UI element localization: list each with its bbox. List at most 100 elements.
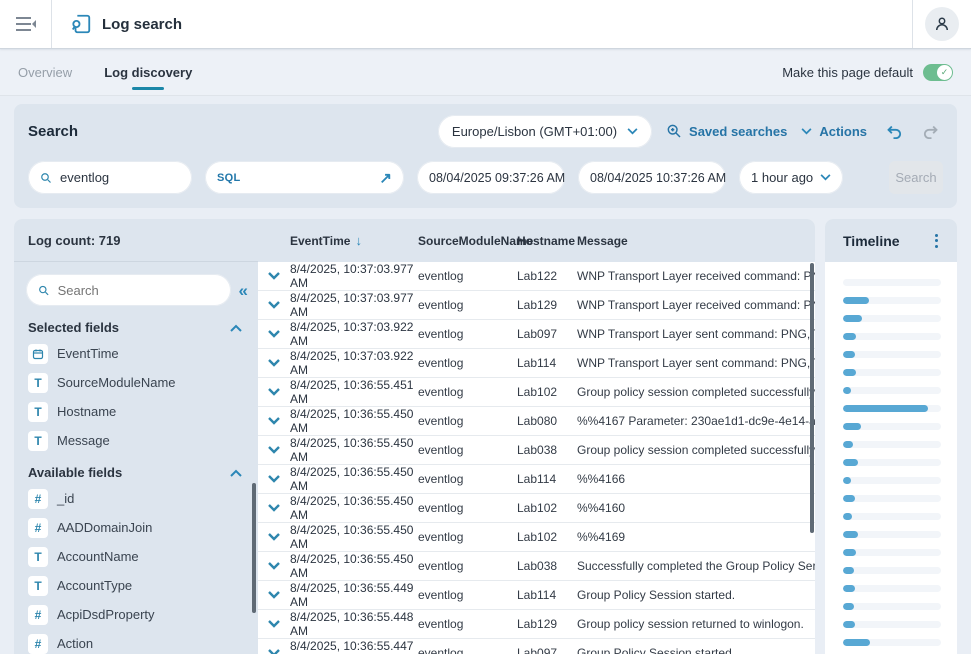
expand-row-button[interactable] [258,533,290,541]
fields-search-input[interactable] [58,283,219,298]
sort-desc-icon[interactable]: ↓ [355,233,362,248]
expand-row-button[interactable] [258,649,290,654]
chevron-down-icon [268,533,280,541]
timeline-bar-track [843,477,941,484]
user-avatar[interactable] [925,7,959,41]
expand-row-button[interactable] [258,330,290,338]
expand-row-button[interactable] [258,301,290,309]
tab-log-discovery-label: Log discovery [104,65,192,80]
table-row[interactable]: 8/4/2025, 10:36:55.450 AM eventlog Lab10… [258,494,815,523]
field-item[interactable]: T AccountType [14,571,258,600]
undo-button[interactable] [881,119,905,143]
tab-overview-label: Overview [18,65,72,80]
redo-button[interactable] [919,119,943,143]
field-item[interactable]: # AADDomainJoin [14,513,258,542]
table-row[interactable]: 8/4/2025, 10:36:55.450 AM eventlog Lab03… [258,436,815,465]
redo-icon [923,124,940,139]
search-button[interactable]: Search [889,161,943,194]
table-row[interactable]: 8/4/2025, 10:37:03.977 AM eventlog Lab12… [258,262,815,291]
timeline-menu-icon[interactable] [932,231,941,251]
timeline-bar-track [843,639,941,646]
expand-row-button[interactable] [258,504,290,512]
field-item[interactable]: # _id [14,484,258,513]
table-row[interactable]: 8/4/2025, 10:36:55.451 AM eventlog Lab10… [258,378,815,407]
timeline-bar [843,621,855,628]
table-row[interactable]: 8/4/2025, 10:36:55.450 AM eventlog Lab03… [258,552,815,581]
date-from-field[interactable]: 08/04/2025 09:37:26 AM [417,161,565,194]
table-row[interactable]: 8/4/2025, 10:36:55.450 AM eventlog Lab10… [258,523,815,552]
saved-search-icon [666,123,682,139]
table-row[interactable]: 8/4/2025, 10:37:03.922 AM eventlog Lab11… [258,349,815,378]
timeline-bar-track [843,405,941,412]
selected-fields-list: EventTime T SourceModuleName T Hostname … [14,339,258,455]
field-label: EventTime [57,346,119,361]
timeline-bar-row [843,327,941,345]
chevron-down-icon [627,128,638,135]
expand-sql-icon[interactable]: ↗ [379,169,392,187]
collapse-sidebar-button[interactable] [0,0,52,48]
table-row[interactable]: 8/4/2025, 10:36:55.447 AM eventlog Lab09… [258,639,815,654]
field-type-icon: T [28,431,48,451]
field-item[interactable]: T Hostname [14,397,258,426]
expand-row-button[interactable] [258,446,290,454]
timeline-bar-row [843,399,941,417]
table-row[interactable]: 8/4/2025, 10:37:03.977 AM eventlog Lab12… [258,291,815,320]
table-row[interactable]: 8/4/2025, 10:36:55.449 AM eventlog Lab11… [258,581,815,610]
make-default-label: Make this page default [782,65,913,80]
log-search-app: Log search Overview Log discovery Make t… [0,0,971,654]
actions-button[interactable]: Actions [801,124,867,139]
timeline-bar [843,333,856,340]
query-input[interactable] [60,170,180,185]
field-item[interactable]: T AccountName [14,542,258,571]
sidebar-scrollbar[interactable] [252,483,256,613]
timeline-bar-track [843,441,941,448]
field-item[interactable]: # AcpiDsdProperty [14,600,258,629]
expand-row-button[interactable] [258,591,290,599]
chevron-down-icon [820,174,831,181]
field-item[interactable]: T SourceModuleName [14,368,258,397]
top-bar: Log search [0,0,971,49]
timezone-select[interactable]: Europe/Lisbon (GMT+01:00) [438,115,652,148]
cell-hostname: Lab122 [517,269,577,283]
expand-row-button[interactable] [258,417,290,425]
expand-row-button[interactable] [258,620,290,628]
tab-log-discovery[interactable]: Log discovery [102,50,194,95]
expand-row-button[interactable] [258,359,290,367]
relative-time-select[interactable]: 1 hour ago [739,161,843,194]
chevron-up-icon[interactable] [230,469,242,477]
column-header-eventtime[interactable]: EventTime ↓ [290,233,418,248]
table-scrollbar[interactable] [810,263,814,533]
table-row[interactable]: 8/4/2025, 10:36:55.450 AM eventlog Lab08… [258,407,815,436]
chevron-down-icon [268,272,280,280]
expand-row-button[interactable] [258,388,290,396]
expand-row-button[interactable] [258,475,290,483]
expand-row-button[interactable] [258,272,290,280]
timeline-bar-row [843,273,941,291]
field-item[interactable]: EventTime [14,339,258,368]
field-item[interactable]: # Action [14,629,258,654]
table-row[interactable]: 8/4/2025, 10:36:55.450 AM eventlog Lab11… [258,465,815,494]
timeline-bar [843,423,861,430]
date-to-field[interactable]: 08/04/2025 10:37:26 AM [578,161,726,194]
expand-row-button[interactable] [258,562,290,570]
cell-sourcemodulename: eventlog [418,443,517,457]
column-header-message[interactable]: Message [577,234,815,248]
cell-sourcemodulename: eventlog [418,588,517,602]
field-type-icon: # [28,518,48,538]
saved-searches-button[interactable]: Saved searches [666,123,787,139]
table-row[interactable]: 8/4/2025, 10:37:03.922 AM eventlog Lab09… [258,320,815,349]
make-default-toggle[interactable]: ✓ [923,64,953,81]
cell-eventtime: 8/4/2025, 10:37:03.977 AM [290,291,418,319]
column-header-sourcemodulename[interactable]: SourceModuleName [418,234,517,248]
field-item[interactable]: T Message [14,426,258,455]
table-row[interactable]: 8/4/2025, 10:36:55.448 AM eventlog Lab12… [258,610,815,639]
cell-sourcemodulename: eventlog [418,617,517,631]
column-header-hostname[interactable]: Hostname [517,234,577,248]
chevron-up-icon[interactable] [230,324,242,332]
timeline-bar [843,387,851,394]
field-label: AccountName [57,549,139,564]
collapse-fields-panel-icon[interactable]: « [239,282,248,299]
sql-query-field[interactable]: SQL ↗ [205,161,404,194]
chevron-down-icon [268,475,280,483]
tab-overview[interactable]: Overview [16,50,74,95]
